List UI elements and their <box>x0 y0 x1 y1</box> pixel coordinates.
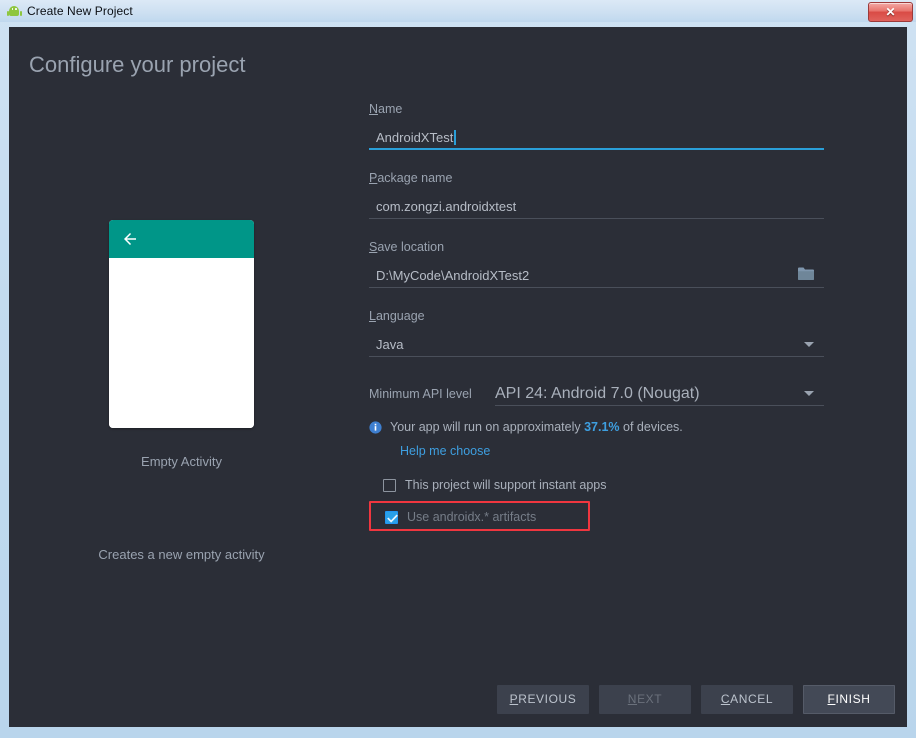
window-titlebar[interactable]: Create New Project ✕ <box>0 0 916 22</box>
name-input[interactable]: AndroidXTest <box>369 125 824 150</box>
cancel-button-mnemonic: C <box>720 692 731 706</box>
preview-content-area <box>109 258 254 428</box>
api-coverage-text: Your app will run on approximately 37.1%… <box>390 420 683 434</box>
androidx-checkbox[interactable]: Use androidx.* artifacts <box>385 510 536 524</box>
name-input-underline <box>369 148 824 150</box>
package-name-label: Package name <box>369 171 824 185</box>
create-new-project-window: Create New Project ✕ Configure your proj… <box>0 0 916 738</box>
preview-appbar <box>109 220 254 258</box>
next-button-label: EXT <box>637 692 663 706</box>
api-coverage-info: Your app will run on approximately 37.1%… <box>369 420 824 434</box>
save-location-label-rest: ave location <box>377 240 445 254</box>
previous-button[interactable]: P REVIOUS <box>497 684 589 714</box>
checkmark-icon <box>387 514 398 523</box>
chevron-down-icon[interactable] <box>804 342 814 347</box>
min-api-label: Minimum API level <box>369 386 472 401</box>
close-icon: ✕ <box>885 5 896 19</box>
language-label-rest: anguage <box>375 309 425 323</box>
androidx-highlight-box: Use androidx.* artifacts <box>369 501 590 531</box>
package-name-input-value: com.zongzi.androidxtest <box>376 199 517 214</box>
name-label: Name <box>369 102 824 116</box>
dialog-body: Configure your project Empty Activity Cr… <box>9 27 907 727</box>
instant-apps-checkbox-label: This project will support instant apps <box>405 478 607 492</box>
name-label-mnemonic: N <box>369 102 379 116</box>
cancel-button[interactable]: C ANCEL <box>701 684 793 714</box>
android-robot-icon <box>6 5 22 17</box>
finish-button[interactable]: F INISH <box>803 684 895 714</box>
instant-apps-checkbox[interactable]: This project will support instant apps <box>383 478 824 492</box>
min-api-row: Minimum API level API 24: Android 7.0 (N… <box>369 381 824 406</box>
language-select[interactable]: Java <box>369 332 824 357</box>
template-description-label: Creates a new empty activity <box>98 547 265 562</box>
name-label-rest: ame <box>378 102 403 116</box>
api-coverage-percent: 37.1% <box>584 420 620 434</box>
checkbox-box-checked[interactable] <box>385 510 398 524</box>
previous-button-label: REVIOUS <box>518 692 577 706</box>
cancel-button-label: ANCEL <box>730 692 774 706</box>
chevron-down-icon[interactable] <box>804 391 814 396</box>
next-button: N EXT <box>599 684 691 714</box>
language-select-underline <box>369 356 824 357</box>
min-api-select[interactable]: API 24: Android 7.0 (Nougat) <box>495 381 824 406</box>
language-label: Language <box>369 309 824 323</box>
info-icon <box>369 420 382 434</box>
window-title: Create New Project <box>27 4 133 18</box>
save-location-label: Save location <box>369 240 824 254</box>
language-label-mnemonic: L <box>369 309 376 323</box>
package-name-input[interactable]: com.zongzi.androidxtest <box>369 194 824 219</box>
checkbox-box-unchecked[interactable] <box>383 478 396 492</box>
close-button[interactable]: ✕ <box>868 2 913 22</box>
min-api-select-value: API 24: Android 7.0 (Nougat) <box>495 384 700 402</box>
package-name-field-group: Package name com.zongzi.androidxtest <box>369 171 824 219</box>
folder-icon[interactable] <box>798 267 814 280</box>
save-location-field-group: Save location D:\MyCode\AndroidXTest2 <box>369 240 824 288</box>
text-cursor <box>454 130 456 145</box>
template-name-label: Empty Activity <box>141 454 222 469</box>
dialog-footer: P REVIOUS N EXT C ANCEL F INISH <box>9 671 907 727</box>
save-location-input[interactable]: D:\MyCode\AndroidXTest2 <box>369 263 824 288</box>
save-location-input-value: D:\MyCode\AndroidXTest2 <box>376 268 530 283</box>
api-coverage-text-before: Your app will run on approximately <box>390 420 585 434</box>
previous-button-mnemonic: P <box>509 692 519 706</box>
api-coverage-text-after: of devices. <box>619 420 683 434</box>
project-config-form: Name AndroidXTest Package name com.zongz… <box>369 102 824 531</box>
language-field-group: Language Java <box>369 309 824 357</box>
min-api-select-underline <box>495 405 824 406</box>
arrow-left-icon <box>124 233 136 245</box>
finish-button-mnemonic: F <box>827 692 836 706</box>
package-name-label-rest: ackage name <box>377 171 453 185</box>
next-button-mnemonic: N <box>627 692 638 706</box>
save-location-input-underline <box>369 287 824 288</box>
androidx-checkbox-label: Use androidx.* artifacts <box>407 510 537 524</box>
help-me-choose-link[interactable]: Help me choose <box>400 444 490 458</box>
page-title: Configure your project <box>29 52 246 77</box>
finish-button-label: INISH <box>835 692 871 706</box>
name-field-group: Name AndroidXTest <box>369 102 824 150</box>
name-input-value: AndroidXTest <box>376 130 454 145</box>
language-select-value: Java <box>376 337 404 352</box>
template-preview-panel: Empty Activity Creates a new empty activ… <box>9 102 354 562</box>
phone-preview-image <box>109 220 254 428</box>
package-name-input-underline <box>369 218 824 219</box>
